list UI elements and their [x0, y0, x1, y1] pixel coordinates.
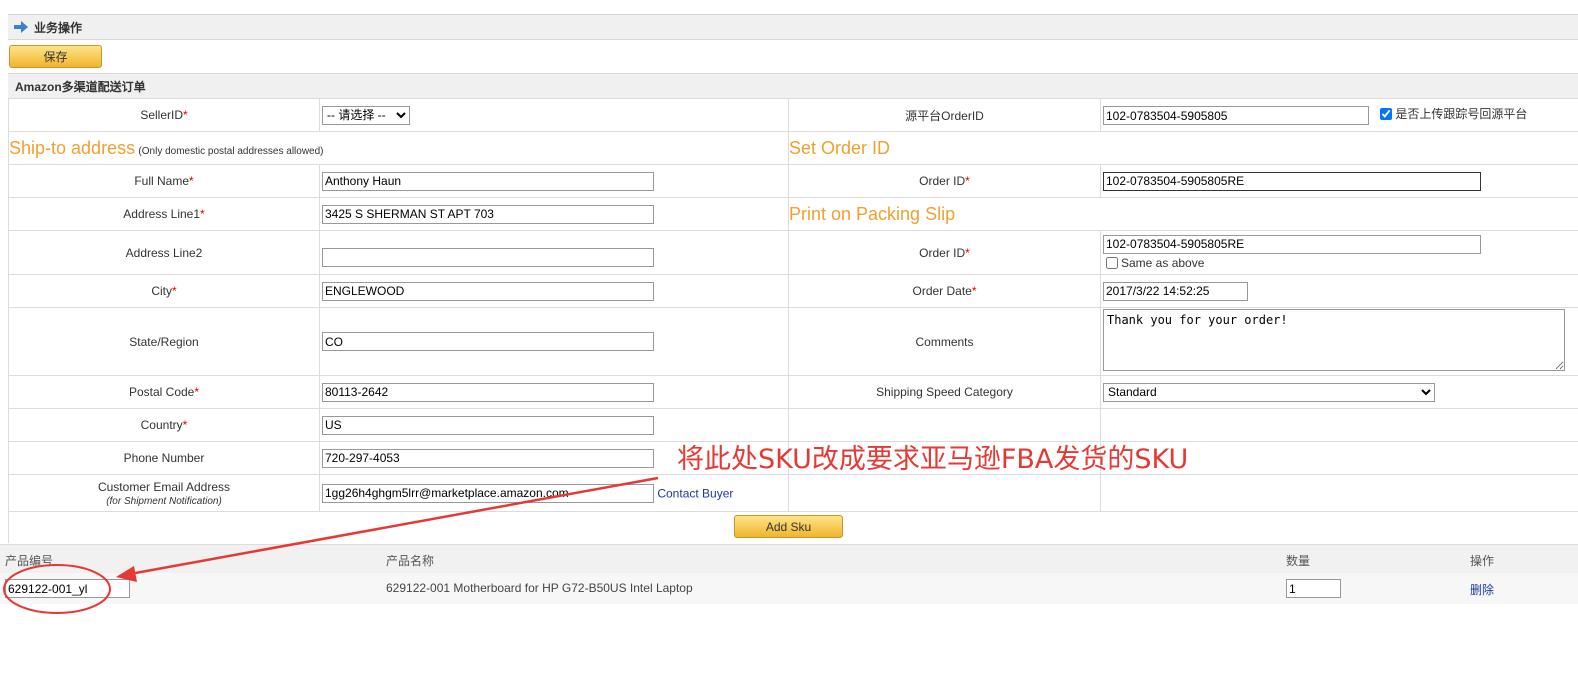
- source-order-id-label: 源平台OrderID: [788, 98, 1101, 132]
- ship-to-note: (Only domestic postal addresses allowed): [138, 145, 324, 157]
- country-input[interactable]: [322, 415, 654, 435]
- comments-textarea[interactable]: Thank you for your order!: [1103, 309, 1565, 371]
- address-line1-input[interactable]: [322, 204, 654, 224]
- operations-title: 业务操作: [34, 20, 83, 35]
- postal-code-input[interactable]: [322, 382, 654, 402]
- upload-tracking-checkbox[interactable]: 是否上传跟踪号回源平台: [1380, 105, 1527, 122]
- products-header: 产品编号 产品名称 数量 操作: [0, 544, 1578, 574]
- contact-buyer-link[interactable]: Contact Buyer: [657, 486, 733, 500]
- product-name: 629122-001 Motherboard for HP G72-B50US …: [386, 581, 693, 595]
- email-label: Customer Email Address (for Shipment Not…: [8, 474, 320, 512]
- postal-code-label: Postal Code*: [8, 375, 320, 409]
- quantity-input[interactable]: [1286, 579, 1341, 598]
- save-button[interactable]: 保存: [9, 45, 102, 68]
- seller-id-label: SellerID*: [8, 98, 320, 132]
- annotation-text: 将此处SKU改成要求亚马逊FBA发货的SKU: [677, 444, 1189, 475]
- shipping-speed-select[interactable]: Standard: [1103, 382, 1435, 402]
- name-column-header: 产品名称: [386, 554, 435, 568]
- delete-link[interactable]: 删除: [1470, 581, 1494, 598]
- order-date-input[interactable]: [1103, 281, 1248, 301]
- same-as-above-label: Same as above: [1121, 255, 1205, 270]
- address-line2-input[interactable]: [322, 248, 654, 267]
- phone-number-input[interactable]: [322, 448, 654, 468]
- add-sku-button[interactable]: Add Sku: [734, 515, 843, 538]
- operations-bar: 业务操作: [8, 15, 1578, 40]
- city-input[interactable]: [322, 281, 654, 301]
- op-column-header: 操作: [1470, 554, 1495, 568]
- address-line2-label: Address Line2: [8, 230, 320, 275]
- add-sku-row: Add Sku: [8, 511, 1578, 543]
- packing-slip-heading: Print on Packing Slip: [789, 203, 956, 224]
- same-as-above-checkbox[interactable]: Same as above: [1106, 256, 1204, 270]
- city-label: City*: [8, 274, 320, 308]
- slip-order-id-input[interactable]: [1103, 234, 1481, 254]
- upload-tracking-label: 是否上传跟踪号回源平台: [1395, 107, 1528, 121]
- section-title: Amazon多渠道配送订单: [15, 79, 146, 94]
- section-header: Amazon多渠道配送订单: [8, 73, 1578, 99]
- comments-label: Comments: [788, 307, 1101, 376]
- state-region-label: State/Region: [8, 307, 320, 376]
- state-region-input[interactable]: [322, 332, 654, 351]
- country-label: Country*: [8, 408, 320, 442]
- ship-to-heading: Ship-to address: [9, 137, 136, 158]
- address-line1-label: Address Line1*: [8, 197, 320, 231]
- qty-column-header: 数量: [1286, 554, 1311, 568]
- seller-id-select[interactable]: -- 请选择 --: [322, 105, 410, 125]
- sku-input[interactable]: [5, 579, 130, 598]
- same-as-above-check[interactable]: [1106, 256, 1118, 269]
- full-name-label: Full Name*: [8, 164, 320, 198]
- phone-number-label: Phone Number: [8, 441, 320, 475]
- order-id-label: Order ID*: [788, 164, 1101, 198]
- slip-order-id-label: Order ID*: [788, 230, 1101, 275]
- sku-column-header: 产品编号: [5, 554, 54, 568]
- source-order-id-input[interactable]: [1103, 106, 1369, 125]
- email-input[interactable]: [322, 483, 654, 503]
- order-date-label: Order Date*: [788, 274, 1101, 308]
- table-row: 629122-001 Motherboard for HP G72-B50US …: [0, 573, 1578, 604]
- arrow-right-icon: [14, 21, 28, 33]
- full-name-input[interactable]: [322, 171, 654, 191]
- upload-tracking-check[interactable]: [1380, 107, 1393, 120]
- order-id-input[interactable]: [1103, 171, 1481, 191]
- shipping-speed-label: Shipping Speed Category: [788, 375, 1101, 409]
- set-order-heading: Set Order ID: [789, 137, 891, 158]
